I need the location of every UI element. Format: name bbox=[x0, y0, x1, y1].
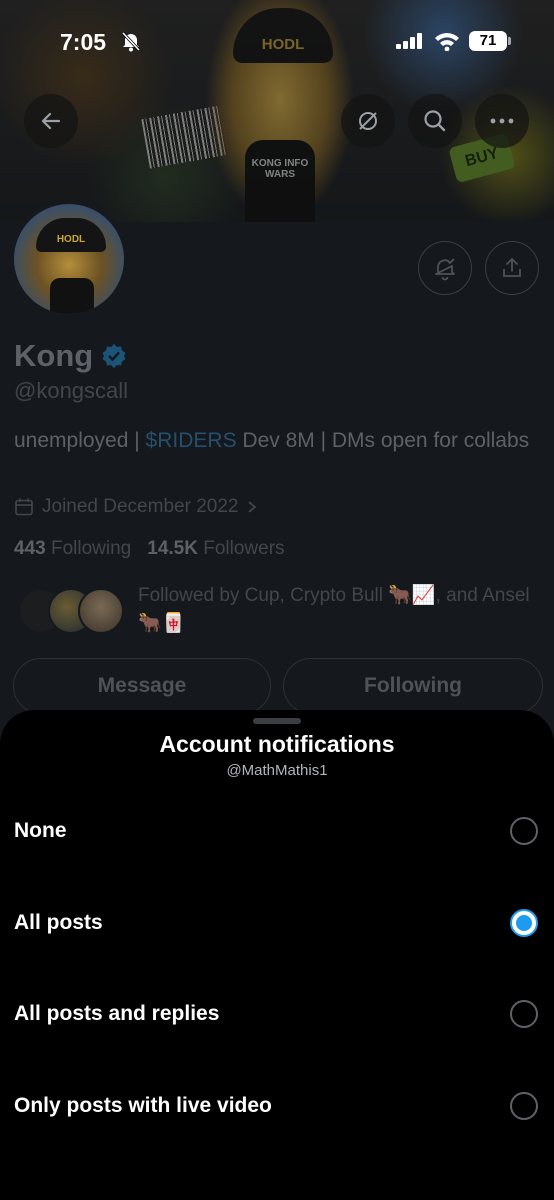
radio-button[interactable] bbox=[510, 1092, 538, 1120]
bio-prefix: unemployed | bbox=[14, 429, 146, 452]
sheet-subtitle: @MathMathis1 bbox=[226, 762, 328, 779]
more-button[interactable] bbox=[475, 94, 529, 148]
bio-cashtag-link[interactable]: $RIDERS bbox=[146, 429, 237, 452]
follow-stats: 443 Following 14.5K Followers bbox=[14, 538, 285, 560]
radio-button-selected[interactable] bbox=[510, 909, 538, 937]
avatar[interactable]: HODL bbox=[10, 200, 128, 318]
radio-button[interactable] bbox=[510, 817, 538, 845]
notifications-sheet: Account notifications @MathMathis1 None … bbox=[0, 710, 554, 1200]
followed-by-text: Followed by Cup, Crypto Bull 🐂📈, and Ans… bbox=[138, 585, 530, 634]
arrow-left-icon bbox=[41, 112, 61, 130]
battery-indicator: 71 bbox=[469, 31, 511, 51]
profile-bio: unemployed | $RIDERS Dev 8M | DMs open f… bbox=[14, 426, 534, 456]
no-sync-icon bbox=[359, 112, 377, 130]
follower-avatar-3 bbox=[78, 588, 124, 634]
more-dots-icon bbox=[490, 118, 514, 124]
option-none[interactable]: None bbox=[0, 796, 554, 866]
avatar-cap-text: HODL bbox=[56, 234, 86, 245]
joined-date[interactable]: Joined December 2022 bbox=[14, 496, 258, 518]
notification-settings-button[interactable] bbox=[418, 241, 472, 295]
signal-icon bbox=[396, 33, 422, 49]
avatar-cap: HODL bbox=[36, 218, 106, 252]
avatar-shirt bbox=[50, 278, 94, 314]
option-all-posts[interactable]: All posts bbox=[0, 888, 554, 958]
share-icon bbox=[503, 258, 521, 277]
bell-check-icon bbox=[435, 258, 455, 281]
following-count: 443 bbox=[14, 538, 46, 559]
sheet-grabber[interactable] bbox=[253, 718, 301, 724]
sync-button[interactable] bbox=[341, 94, 395, 148]
back-button[interactable] bbox=[24, 94, 78, 148]
followed-by[interactable]: Followed by Cup, Crypto Bull 🐂📈, and Ans… bbox=[18, 582, 538, 642]
option-label: Only posts with live video bbox=[14, 1094, 272, 1117]
bio-suffix: Dev 8M | DMs open for collabs bbox=[236, 429, 530, 452]
option-label: All posts and replies bbox=[14, 1002, 220, 1025]
verified-badge-icon bbox=[102, 344, 126, 368]
followers-label: Followers bbox=[203, 538, 285, 559]
following-button[interactable]: Following bbox=[283, 658, 543, 714]
share-button[interactable] bbox=[485, 241, 539, 295]
followers-stat[interactable]: 14.5K Followers bbox=[147, 538, 284, 560]
joined-text: Joined December 2022 bbox=[42, 496, 239, 517]
search-icon bbox=[424, 110, 446, 132]
following-label: Following bbox=[50, 538, 132, 559]
profile-name-text: Kong bbox=[14, 338, 94, 373]
status-bar: 7:05 71 bbox=[0, 0, 554, 80]
option-live-video[interactable]: Only posts with live video bbox=[0, 1071, 554, 1141]
bell-off-icon bbox=[121, 31, 141, 52]
option-label: None bbox=[14, 819, 67, 842]
chevron-right-icon bbox=[248, 501, 257, 513]
calendar-icon bbox=[15, 498, 33, 516]
radio-button[interactable] bbox=[510, 1000, 538, 1028]
profile-name: Kong bbox=[14, 338, 127, 374]
search-button[interactable] bbox=[408, 94, 462, 148]
sheet-title: Account notifications bbox=[159, 731, 395, 757]
option-all-posts-and-replies[interactable]: All posts and replies bbox=[0, 979, 554, 1049]
following-stat[interactable]: 443 Following bbox=[14, 538, 131, 560]
option-label: All posts bbox=[14, 911, 103, 934]
wifi-icon bbox=[435, 33, 459, 51]
message-button[interactable]: Message bbox=[13, 658, 271, 714]
profile-handle: @kongscall bbox=[14, 378, 129, 403]
status-time: 7:05 bbox=[60, 29, 107, 55]
followers-count: 14.5K bbox=[147, 538, 198, 559]
